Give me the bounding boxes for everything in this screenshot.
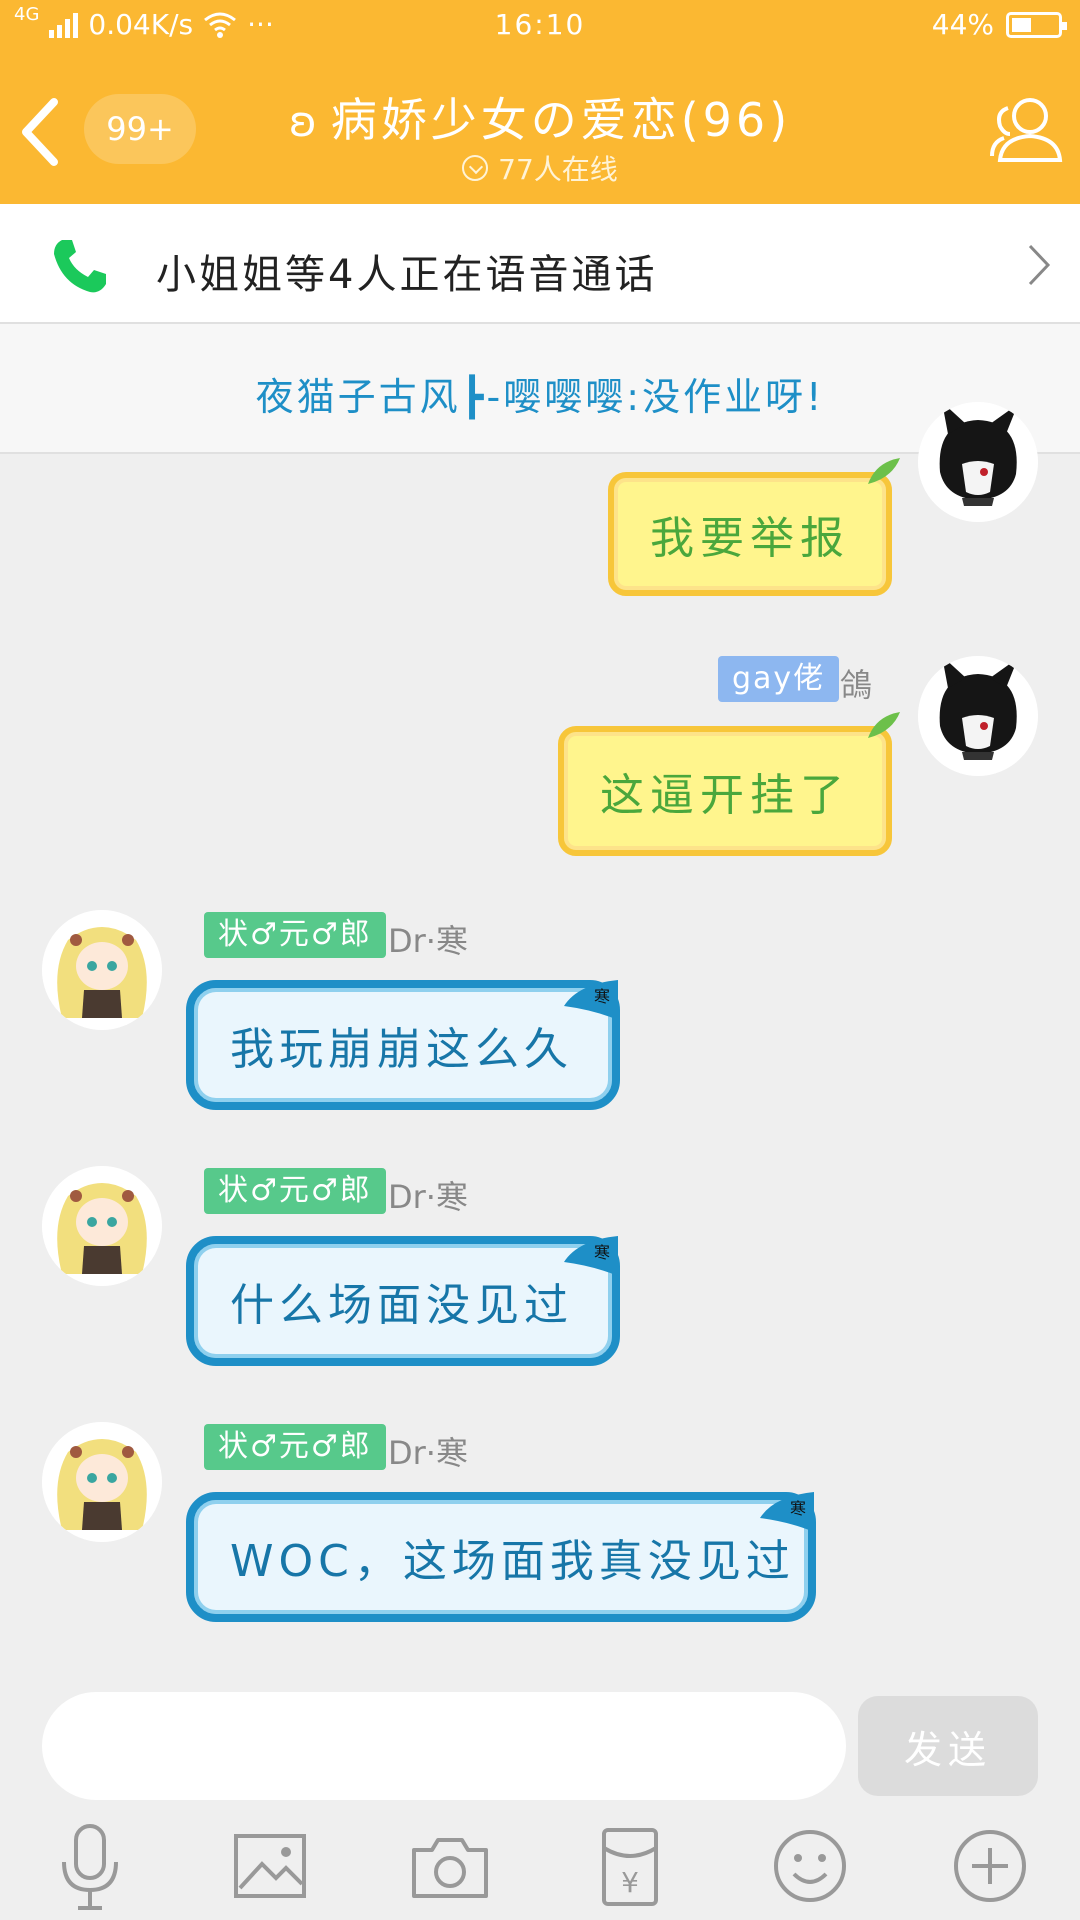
chevron-right-icon <box>1028 244 1051 286</box>
message-bubble[interactable]: 我要举报 <box>608 458 900 596</box>
emoji-icon[interactable] <box>762 1818 858 1914</box>
voice-call-banner[interactable]: 小姐姐等4人正在语音通话 <box>0 204 1080 324</box>
corner-flag-icon: 寒 <box>760 1492 814 1532</box>
sender-nickname[interactable]: Dr·寒 <box>388 1172 468 1218</box>
online-count[interactable]: 77人在线 <box>0 148 1080 188</box>
battery-icon <box>1006 11 1067 38</box>
dropdown-circle-icon <box>462 155 489 181</box>
message-text: 这逼开挂了 <box>600 770 850 821</box>
group-title[interactable]: ʚ 病娇少女の爱恋(96) <box>0 84 1080 150</box>
plus-icon[interactable] <box>942 1818 1038 1914</box>
message-text: WOC，这场面我真没见过 <box>230 1536 795 1587</box>
title-tag: 状♂元♂郎 <box>204 1424 386 1470</box>
avatar[interactable] <box>42 1422 162 1542</box>
red-packet-icon[interactable]: ¥ <box>582 1818 678 1914</box>
group-notice[interactable]: 夜猫子古风┣-嘤嘤嘤:没作业呀! <box>0 324 1080 454</box>
message-bubble[interactable]: 我玩崩崩这么久 寒 <box>186 980 620 1110</box>
camera-icon[interactable] <box>402 1818 498 1914</box>
avatar[interactable] <box>918 402 1038 522</box>
sender-nickname[interactable]: 鴿 <box>840 660 872 706</box>
online-label: 77人在线 <box>498 153 618 186</box>
flag-label: 寒 <box>594 1243 615 1262</box>
message-bubble[interactable]: 什么场面没见过 寒 <box>186 1236 620 1366</box>
yen-glyph: ¥ <box>621 1866 639 1899</box>
corner-flag-icon: 寒 <box>564 1236 618 1276</box>
leaf-icon <box>868 458 900 484</box>
leaf-icon <box>868 712 900 738</box>
phone-icon <box>54 240 106 293</box>
message-bubble[interactable]: 这逼开挂了 <box>558 712 900 856</box>
image-icon[interactable] <box>222 1818 318 1914</box>
group-name: 病娇少女の爱恋(96) <box>330 93 792 147</box>
flag-label: 寒 <box>594 987 615 1006</box>
flag-label: 寒 <box>790 1499 811 1518</box>
message-text: 我要举报 <box>650 513 850 564</box>
status-bar: 4G 0.04K/s ··· 16:10 44% <box>0 0 1080 52</box>
header: 4G 0.04K/s ··· 16:10 44% 99+ ʚ 病娇少女の爱恋(96… <box>0 0 1080 204</box>
message-input[interactable] <box>42 1692 846 1800</box>
title-tag: 状♂元♂郎 <box>204 1168 386 1214</box>
message-bubble[interactable]: WOC，这场面我真没见过 寒 <box>186 1492 816 1622</box>
title-tag: 状♂元♂郎 <box>204 912 386 958</box>
avatar[interactable] <box>42 1166 162 1286</box>
message-text: 什么场面没见过 <box>230 1280 573 1331</box>
chat-screen: 4G 0.04K/s ··· 16:10 44% 99+ ʚ 病娇少女の爱恋(96… <box>0 0 1080 1920</box>
message-text: 我玩崩崩这么久 <box>230 1024 573 1075</box>
sender-nickname[interactable]: Dr·寒 <box>388 1428 468 1474</box>
group-members-icon[interactable] <box>986 90 1066 170</box>
battery-percent: 44% <box>931 8 994 41</box>
avatar[interactable] <box>42 910 162 1030</box>
microphone-icon[interactable] <box>42 1818 138 1914</box>
title-tag: gay佬 <box>718 656 840 702</box>
avatar[interactable] <box>918 656 1038 776</box>
voice-call-text: 小姐姐等4人正在语音通话 <box>156 252 658 298</box>
notice-text: 夜猫子古风┣-嘤嘤嘤:没作业呀! <box>255 375 825 419</box>
send-button[interactable]: 发送 <box>858 1696 1038 1796</box>
input-toolbar: ¥ <box>0 1808 1080 1920</box>
corner-flag-icon: 寒 <box>564 980 618 1020</box>
clock: 16:10 <box>494 8 586 41</box>
ear-icon: ʚ <box>288 97 321 146</box>
sender-nickname[interactable]: Dr·寒 <box>388 916 468 962</box>
